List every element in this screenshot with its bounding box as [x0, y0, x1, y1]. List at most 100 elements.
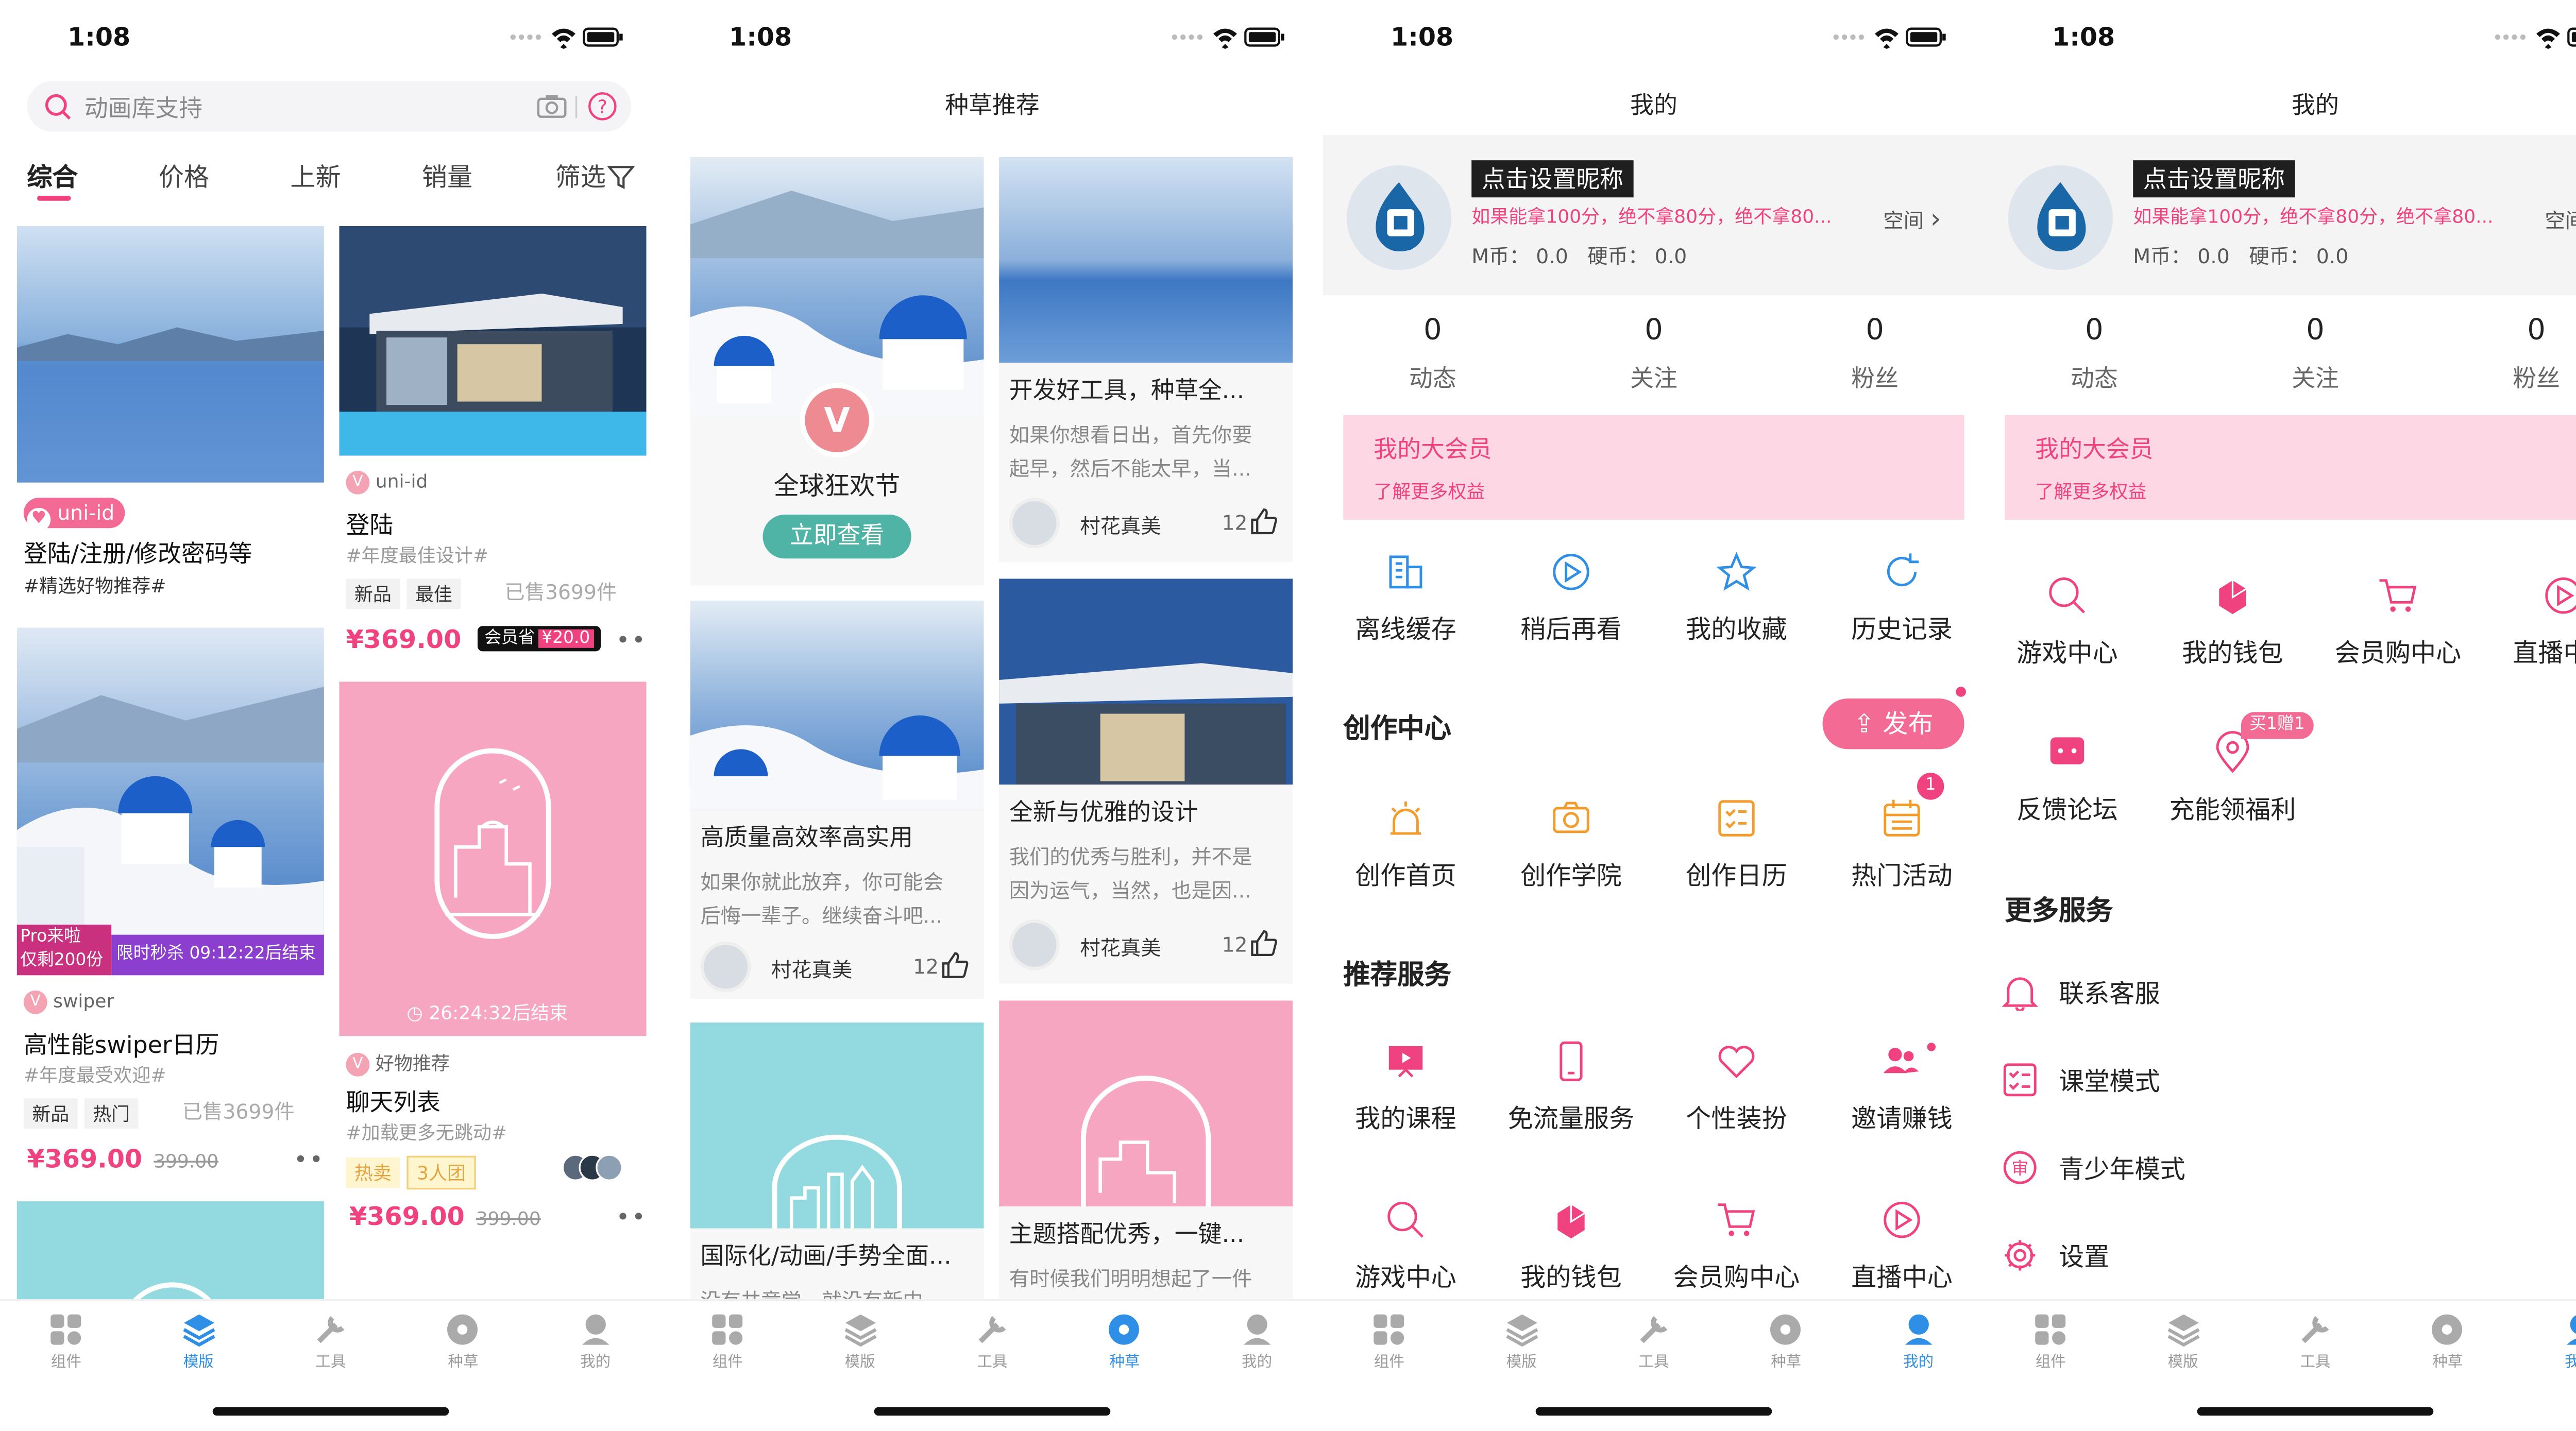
filter-icon[interactable] [607, 164, 635, 191]
tab-components[interactable]: 组件 [1985, 1301, 2117, 1383]
camera-icon[interactable] [537, 93, 567, 120]
product-card[interactable]: Pro来啦 仅剩200份 限时秒杀 09:12:22后结束 V swiper 高性… [16, 627, 324, 1187]
favorites-item[interactable]: 我的收藏 [1654, 550, 1819, 646]
post-card[interactable]: 高质量高效率高实用 如果你就此放弃，你可能会 后悔一辈子。继续奋斗吧... 村花… [690, 601, 984, 999]
my-courses-item[interactable]: 我的课程 [1323, 1040, 1488, 1136]
search-bar[interactable]: 动画库支持 ? [27, 81, 632, 132]
avatar[interactable] [1346, 165, 1451, 270]
free-data-item[interactable]: 免流量服务 [1488, 1040, 1654, 1136]
contact-service-row[interactable]: 联系客服 [1985, 948, 2576, 1036]
tab-grass[interactable]: 种草 [2381, 1301, 2514, 1383]
tab-templates[interactable]: 模版 [794, 1301, 926, 1383]
profile-header[interactable]: 点击设置昵称 如果能拿100分，绝不拿80分，绝不拿80... 空间 › M币：… [1984, 135, 2576, 296]
stat-posts[interactable]: 0 动态 [1323, 307, 1543, 395]
sort-tab-new[interactable]: 上新 [290, 159, 341, 194]
member-shop-item[interactable]: 会员购中心 [2315, 574, 2481, 670]
tab-components[interactable]: 组件 [662, 1301, 794, 1383]
classroom-mode-row[interactable]: 课堂模式 [1985, 1036, 2576, 1123]
tab-mine[interactable]: 我的 [529, 1301, 662, 1383]
heart-icon: ♥ [27, 507, 51, 532]
sort-tab-default[interactable]: 综合 [27, 159, 77, 194]
stat-posts[interactable]: 0 动态 [1985, 307, 2204, 395]
feedback-forum-item[interactable]: 反馈论坛 [1985, 730, 2150, 827]
tab-components[interactable]: 组件 [0, 1301, 132, 1383]
product-card[interactable]: ♥ uni-id 登陆/注册/修改密码等 #精选好物推荐# [16, 226, 324, 614]
post-card[interactable]: 国际化/动画/手势全面... 没有共竞觉，就没有新中 [690, 1022, 984, 1303]
tab-tools[interactable]: 工具 [1588, 1301, 1720, 1383]
vip-banner[interactable]: 我的大会员 了解更多权益 [1343, 415, 1964, 520]
more-icon[interactable]: ••• [294, 1147, 324, 1174]
creator-home-item[interactable]: 创作首页 [1323, 796, 1488, 893]
wallet-item[interactable]: 我的钱包 [2150, 574, 2315, 670]
stat-following[interactable]: 0 关注 [1544, 307, 1764, 395]
tab-mine[interactable]: 我的 [2514, 1301, 2576, 1383]
coin-balance: M币： 0.0 硬币： 0.0 [2133, 241, 2348, 270]
profile-header[interactable]: 点击设置昵称 如果能拿100分，绝不拿80分，绝不拿80... 空间 › M币：… [1323, 135, 1985, 296]
search-input[interactable]: 动画库支持 [84, 91, 202, 125]
tab-tools[interactable]: 工具 [265, 1301, 397, 1383]
like-count: 12 [1222, 933, 1248, 957]
avatar[interactable] [2008, 165, 2113, 270]
product-card[interactable]: V uni-id 登陆 #年度最佳设计# 新品 最佳 已售3699件 ¥369.0… [339, 226, 647, 668]
live-center-item[interactable]: 直播中心 [1819, 1198, 1985, 1294]
vip-banner[interactable]: 我的大会员 了解更多权益 [2005, 415, 2576, 520]
tab-mine[interactable]: 我的 [1852, 1301, 1985, 1383]
more-icon[interactable]: ••• [616, 627, 647, 654]
wallet-item[interactable]: 我的钱包 [1488, 1198, 1654, 1294]
countdown: ◷ 26:24:32后结束 [406, 1002, 568, 1025]
sort-tab-sales[interactable]: 销量 [422, 159, 472, 194]
tab-grass[interactable]: 种草 [1720, 1301, 1852, 1383]
product-card[interactable] [16, 1201, 324, 1303]
member-price: ¥20.0 [538, 629, 594, 648]
creator-calendar-item[interactable]: 创作日历 [1654, 796, 1819, 893]
watch-later-item[interactable]: 稍后再看 [1488, 550, 1654, 646]
post-card[interactable]: 开发好工具，种草全... 如果你想看日出，首先你要 起早，然后不能太早，当...… [999, 157, 1293, 562]
sort-tab-price[interactable]: 价格 [159, 159, 209, 194]
thumbs-up-icon[interactable] [1249, 506, 1279, 537]
stat-label: 动态 [1409, 366, 1456, 394]
nickname[interactable]: 点击设置昵称 [2133, 160, 2295, 198]
game-center-item[interactable]: 游戏中心 [1985, 574, 2150, 670]
tab-components[interactable]: 组件 [1323, 1301, 1455, 1383]
thumbs-up-icon[interactable] [1249, 928, 1279, 959]
history-item[interactable]: 历史记录 [1819, 550, 1985, 646]
cart-icon [1718, 1203, 1755, 1236]
thumbs-up-icon[interactable] [940, 950, 970, 980]
tab-tools[interactable]: 工具 [926, 1301, 1059, 1383]
stat-following[interactable]: 0 关注 [2206, 307, 2425, 395]
space-link[interactable]: 空间 › [1883, 202, 1941, 234]
tab-templates[interactable]: 模版 [1455, 1301, 1588, 1383]
stat-followers[interactable]: 0 粉丝 [1765, 307, 1985, 395]
publish-button[interactable]: ⇪ 发布 [1822, 699, 1964, 749]
creator-academy-item[interactable]: 创作学院 [1488, 796, 1654, 893]
charge-rewards-item[interactable]: 充能领福利 [2150, 730, 2315, 827]
tab-templates[interactable]: 模版 [132, 1301, 265, 1383]
sort-tab-filter[interactable]: 筛选 [555, 159, 606, 194]
tab-mine[interactable]: 我的 [1191, 1301, 1323, 1383]
nickname[interactable]: 点击设置昵称 [1471, 160, 1634, 198]
live-center-item[interactable]: 直播中心 [2481, 574, 2576, 670]
post-card[interactable]: 全新与优雅的设计 我们的优秀与胜利，并不是 因为运气，当然，也是因... 村花真… [999, 578, 1293, 984]
stat-followers[interactable]: 0 粉丝 [2427, 307, 2576, 395]
users-icon [1883, 1048, 1919, 1074]
promo-card[interactable]: V 全球狂欢节 立即查看 [690, 157, 984, 586]
tab-tools[interactable]: 工具 [2249, 1301, 2382, 1383]
offline-cache-item[interactable]: 离线缓存 [1323, 550, 1488, 646]
tab-grass[interactable]: 种草 [1058, 1301, 1191, 1383]
teen-mode-row[interactable]: 审 青少年模式 [1985, 1123, 2576, 1211]
post-card[interactable]: 主题搭配优秀，一键... 有时候我们明明想起了一件 [999, 1000, 1293, 1303]
tab-grass[interactable]: 种草 [397, 1301, 529, 1383]
product-source: V swiper [23, 990, 114, 1014]
space-link[interactable]: 空间 › [2545, 202, 2576, 234]
hot-events-item[interactable]: 热门活动 [1819, 796, 1985, 893]
tab-templates[interactable]: 模版 [2117, 1301, 2249, 1383]
help-icon[interactable]: ? [587, 91, 618, 122]
game-center-item[interactable]: 游戏中心 [1323, 1198, 1488, 1294]
product-card[interactable]: ◷ 26:24:32后结束 V 好物推荐 聊天列表 #加载更多无跳动# 热卖 3人… [339, 682, 647, 1238]
member-shop-item[interactable]: 会员购中心 [1654, 1198, 1819, 1294]
more-icon[interactable]: ••• [616, 1205, 647, 1232]
dress-up-item[interactable]: 个性装扮 [1654, 1040, 1819, 1136]
invite-item[interactable]: 邀请赚钱 [1819, 1040, 1985, 1136]
view-now-button[interactable]: 立即查看 [762, 515, 911, 559]
settings-row[interactable]: 设置 [1985, 1212, 2576, 1299]
